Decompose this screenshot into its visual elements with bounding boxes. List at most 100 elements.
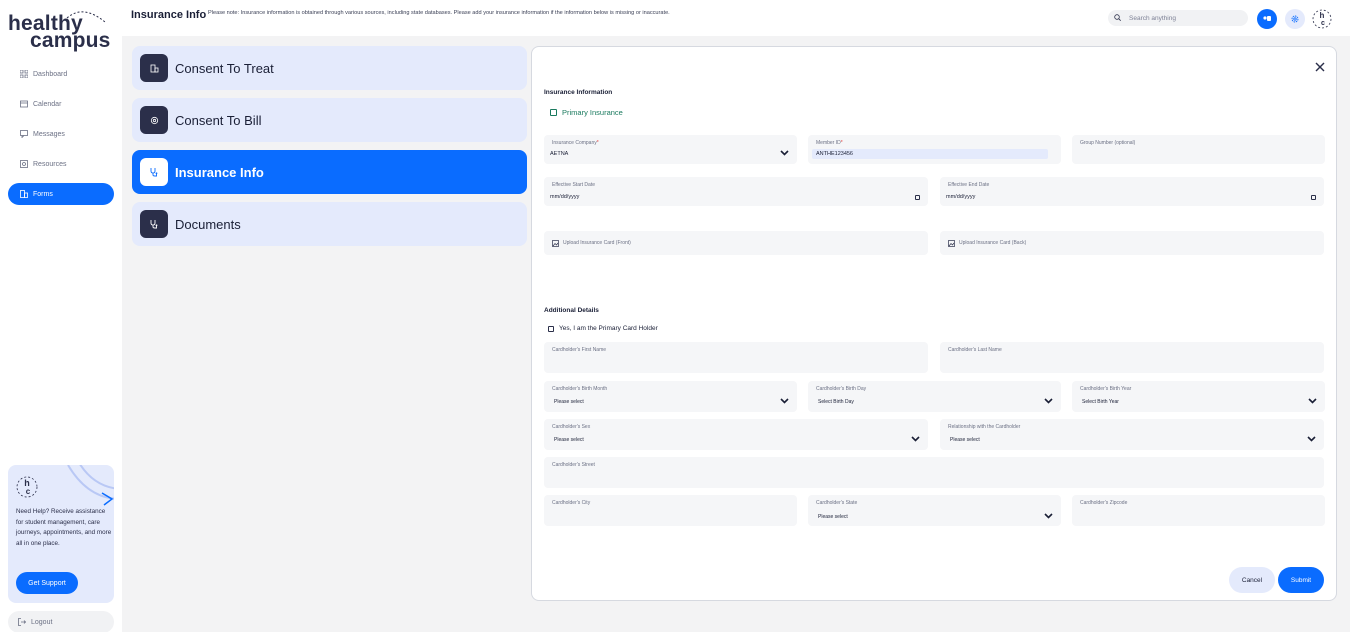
upload-label: Upload Insurance Card (Front) (563, 240, 631, 246)
hc-badge-icon: h c (16, 476, 38, 498)
svg-text:h: h (1320, 11, 1325, 20)
relationship-select[interactable]: Relationship with the Cardholder Please … (940, 419, 1324, 450)
field-label: Cardholder's Birth Month (552, 386, 608, 392)
cardholder-sex-select[interactable]: Cardholder's Sex Please select (544, 419, 928, 450)
logout-button[interactable]: Logout (8, 611, 114, 632)
sidebar-item-label: Resources (33, 160, 67, 168)
step-label: Documents (175, 216, 241, 232)
message-icon (19, 130, 28, 139)
resources-icon (19, 160, 28, 169)
sidebar: healthy campus Dashboard Calendar Messag… (0, 0, 122, 632)
get-support-button[interactable]: Get Support (16, 572, 78, 594)
chat-button[interactable] (1257, 9, 1277, 29)
checkbox-box (548, 325, 554, 332)
sidebar-item-resources[interactable]: Resources (8, 153, 114, 175)
step-documents[interactable]: Documents (132, 202, 527, 246)
primary-card-holder-checkbox[interactable]: Yes, I am the Primary Card Holder (548, 325, 658, 332)
image-upload-icon (948, 239, 955, 247)
sidebar-nav: Dashboard Calendar Messages Resources Fo… (8, 63, 114, 213)
building-icon (140, 54, 168, 82)
sidebar-item-messages[interactable]: Messages (8, 123, 114, 145)
step-consent-to-treat[interactable]: Consent To Treat (132, 46, 527, 90)
submit-button[interactable]: Submit (1278, 567, 1324, 593)
sidebar-item-calendar[interactable]: Calendar (8, 93, 114, 115)
search-icon (1114, 13, 1121, 23)
chevron-down-icon (780, 398, 789, 404)
settings-button[interactable] (1285, 9, 1305, 29)
calendar-icon[interactable] (1311, 195, 1316, 200)
sidebar-item-forms[interactable]: Forms (8, 183, 114, 205)
field-label: Cardholder's Street (552, 462, 595, 468)
step-label: Consent To Treat (175, 60, 274, 76)
forms-icon (19, 190, 28, 199)
sidebar-item-dashboard[interactable]: Dashboard (8, 63, 114, 85)
cardholder-zipcode-field[interactable]: Cardholder's Zipcode (1072, 495, 1325, 526)
cancel-button[interactable]: Cancel (1229, 567, 1275, 593)
calendar-icon (19, 100, 28, 109)
svg-text:c: c (1321, 20, 1325, 27)
image-upload-icon (552, 239, 559, 247)
group-number-field[interactable]: Group Number (optional) (1072, 135, 1325, 164)
logout-label: Logout (31, 618, 53, 626)
chevron-down-icon (1044, 513, 1053, 519)
chevron-down-icon (1044, 398, 1053, 404)
hc-avatar-icon: h c (1312, 9, 1332, 29)
chat-icon (1262, 14, 1272, 24)
field-label: Cardholder's State (816, 500, 858, 506)
primary-insurance-checkbox[interactable]: Primary Insurance (550, 108, 623, 117)
search-placeholder: Search anything (1129, 14, 1176, 22)
stethoscope-icon (140, 158, 168, 186)
cardholder-city-field[interactable]: Cardholder's City (544, 495, 797, 526)
field-label: Cardholder's Birth Day (816, 386, 867, 392)
chevron-down-icon (780, 150, 789, 156)
field-label: Group Number (optional) (1080, 140, 1136, 146)
upload-label: Upload Insurance Card (Back) (959, 240, 1027, 246)
field-label: Cardholder's Sex (552, 424, 591, 430)
primary-holder-label: Yes, I am the Primary Card Holder (559, 325, 658, 332)
gear-icon (1290, 14, 1300, 24)
field-value: Please select (554, 399, 584, 405)
effective-end-date-field[interactable]: Effective End Date mm/dd/yyyy (940, 177, 1324, 206)
birth-month-select[interactable]: Cardholder's Birth Month Please select (544, 381, 797, 412)
sidebar-item-label: Forms (33, 190, 53, 198)
insurance-form-panel: Insurance Information Primary Insurance … (531, 46, 1337, 601)
field-label: Cardholder's Birth Year (1080, 386, 1132, 392)
billing-icon (140, 106, 168, 134)
field-value: AETNA (550, 151, 569, 157)
birth-day-select[interactable]: Cardholder's Birth Day Select Birth Day (808, 381, 1061, 412)
close-icon[interactable] (1314, 61, 1326, 73)
insurance-company-select[interactable]: Insurance Company* AETNA (544, 135, 797, 164)
step-consent-to-bill[interactable]: Consent To Bill (132, 98, 527, 142)
cardholder-last-name-field[interactable]: Cardholder's Last Name (940, 342, 1324, 373)
effective-start-date-field[interactable]: Effective Start Date mm/dd/yyyy (544, 177, 928, 206)
cardholder-street-field[interactable]: Cardholder's Street (544, 457, 1324, 488)
field-label: Member ID* (816, 140, 843, 146)
birth-year-select[interactable]: Cardholder's Birth Year Select Birth Yea… (1072, 381, 1325, 412)
decorative-arrow-icon (67, 465, 114, 506)
insurance-section-title: Insurance Information (544, 89, 613, 96)
avatar[interactable]: h c (1312, 9, 1332, 29)
stethoscope-icon (140, 210, 168, 238)
chevron-down-icon (1307, 436, 1316, 442)
app-logo[interactable]: healthy campus (8, 8, 118, 52)
top-header: Insurance Info Please note: Insurance in… (122, 0, 1350, 36)
cardholder-state-select[interactable]: Cardholder's State Please select (808, 495, 1061, 526)
calendar-icon[interactable] (915, 195, 920, 200)
field-label: Relationship with the Cardholder (948, 424, 1021, 430)
search-input[interactable]: Search anything (1108, 10, 1248, 26)
field-label: Insurance Company* (552, 140, 599, 146)
member-id-field[interactable]: Member ID* ANTHE123456 (808, 135, 1061, 164)
insurance-note: Please note: Insurance information is ob… (208, 10, 670, 16)
upload-card-front[interactable]: Upload Insurance Card (Front) (544, 231, 928, 255)
upload-card-back[interactable]: Upload Insurance Card (Back) (940, 231, 1324, 255)
field-value: Please select (950, 437, 980, 443)
field-label: Cardholder's First Name (552, 347, 607, 353)
field-value: Select Birth Year (1082, 399, 1119, 405)
step-insurance-info[interactable]: Insurance Info (132, 150, 527, 194)
field-label: Effective End Date (948, 182, 990, 188)
field-value: Please select (818, 514, 848, 520)
field-value: Please select (554, 437, 584, 443)
cardholder-first-name-field[interactable]: Cardholder's First Name (544, 342, 928, 373)
field-label: Cardholder's Last Name (948, 347, 1002, 353)
help-card: h c Need Help? Receive assistance for st… (8, 465, 114, 603)
